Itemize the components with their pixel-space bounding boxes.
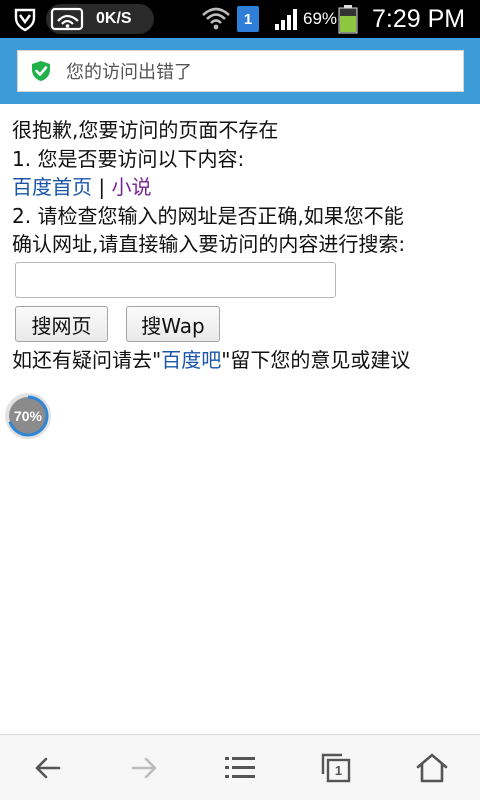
feedback-suffix: "留下您的意见或建议 xyxy=(221,348,411,372)
clock: 7:29 PM xyxy=(372,4,466,33)
link-baidu-tieba[interactable]: 百度吧 xyxy=(161,348,221,372)
battery-percent: 69% xyxy=(303,9,338,28)
tabs-count: 1 xyxy=(334,763,343,778)
feedback-text: 如还有疑问请去"百度吧"留下您的意见或建议 xyxy=(12,346,410,374)
forward-arrow-icon xyxy=(131,757,157,779)
back-button[interactable] xyxy=(0,735,96,800)
menu-list-icon xyxy=(225,757,255,778)
home-button[interactable] xyxy=(384,735,480,800)
battery-icon xyxy=(338,0,358,38)
sim-badge: 1 xyxy=(237,6,259,32)
wifi-cloud-icon xyxy=(50,0,88,38)
tabs-button[interactable]: 1 xyxy=(288,735,384,800)
page-title: 您的访问出错了 xyxy=(66,62,192,83)
menu-button[interactable] xyxy=(192,735,288,800)
progress-label: 70% xyxy=(13,408,43,424)
signal-icon xyxy=(273,0,301,38)
net-speed-text: 0K/S xyxy=(96,10,132,27)
suggestion-links: 百度首页 | 小说 xyxy=(12,173,472,202)
forward-button[interactable] xyxy=(96,735,192,800)
search-web-button[interactable]: 搜网页 xyxy=(15,306,108,342)
check-url-text-1: 2. 请检查您输入的网址是否正确,如果您不能 xyxy=(12,203,404,228)
sim-icon: 1 xyxy=(237,0,259,38)
check-url-text-2: 确认网址,请直接输入要访问的内容进行搜索: xyxy=(12,232,406,256)
url-field[interactable]: 您的访问出错了 xyxy=(17,50,464,92)
shield-check-icon xyxy=(32,61,50,81)
suggestion-intro: 1. 您是否要访问以下内容: xyxy=(12,146,245,171)
tabs-icon: 1 xyxy=(320,752,352,784)
notification-shield-icon xyxy=(12,0,38,38)
wifi-icon xyxy=(201,0,231,38)
address-bar: 您的访问出错了 xyxy=(0,38,480,104)
progress-ball[interactable]: 70% xyxy=(4,392,52,440)
link-novel[interactable]: 小说 xyxy=(111,175,151,199)
error-message: 很抱歉,您要访问的页面不存在 1. 您是否要访问以下内容: 百度首页 | 小说 … xyxy=(12,116,472,259)
bottom-toolbar: 1 xyxy=(0,734,480,800)
home-icon xyxy=(416,753,448,783)
back-arrow-icon xyxy=(35,757,61,779)
link-separator: | xyxy=(92,175,112,199)
search-input[interactable] xyxy=(15,262,336,298)
search-wap-button[interactable]: 搜Wap xyxy=(126,306,220,342)
status-bar: 0K/S 1 69% 7:29 PM xyxy=(0,0,480,38)
feedback-prefix: 如还有疑问请去" xyxy=(12,348,162,372)
error-heading: 很抱歉,您要访问的页面不存在 xyxy=(12,118,279,142)
link-baidu-home[interactable]: 百度首页 xyxy=(12,175,92,199)
